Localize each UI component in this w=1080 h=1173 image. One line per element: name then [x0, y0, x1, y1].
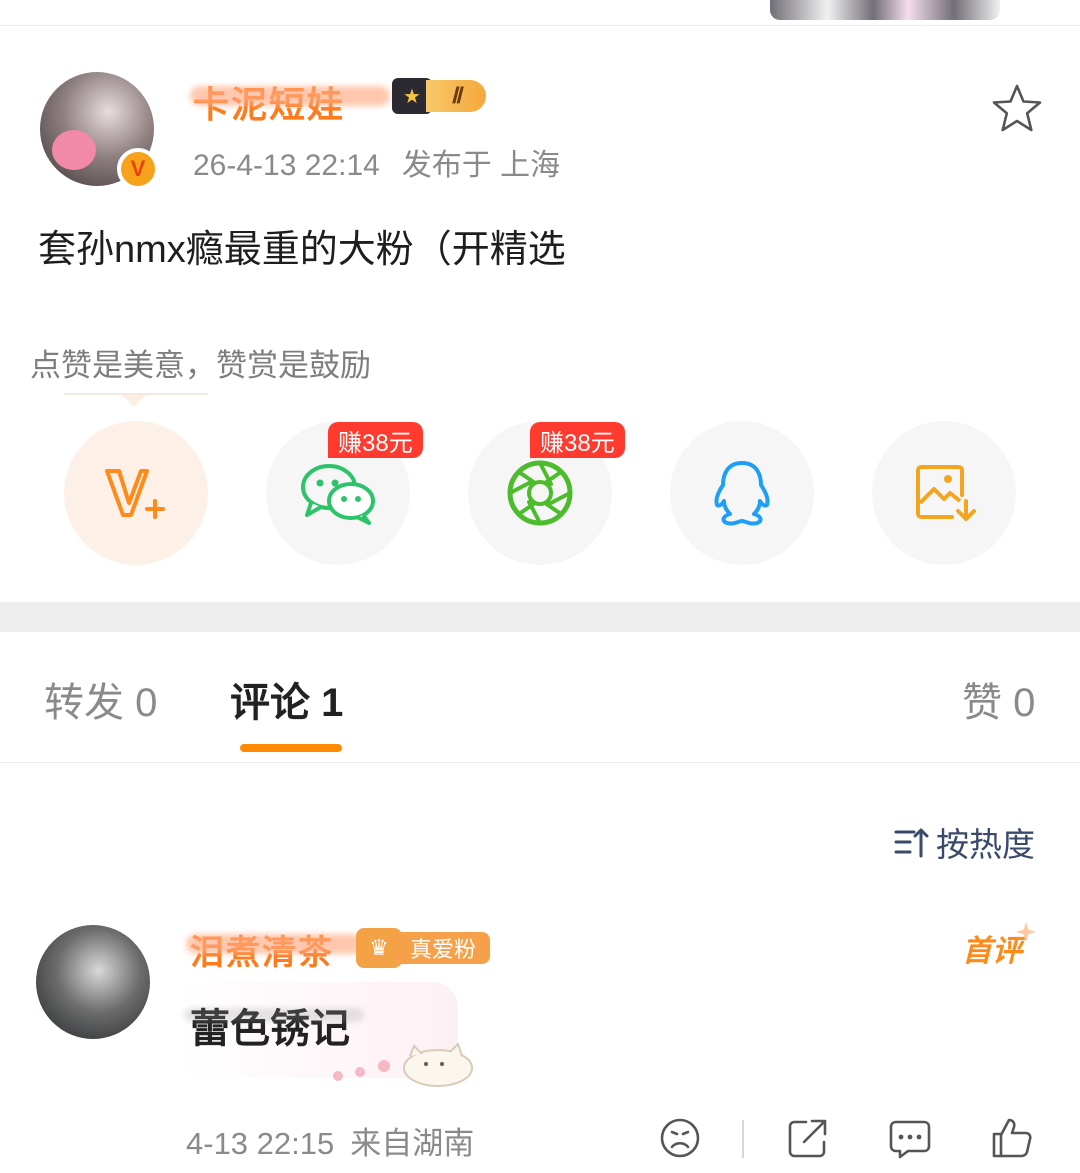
favorite-star-icon[interactable]	[990, 82, 1044, 136]
first-comment-badge: 首评	[962, 926, 1022, 970]
tip-pointer	[122, 395, 146, 407]
banner-art	[770, 0, 1000, 20]
fan-badge-label: 真爱粉	[396, 932, 490, 964]
tabs-border	[0, 762, 1080, 763]
avatar-plush	[52, 130, 96, 170]
post-meta: 26-4-13 22:14 发布于 上海	[193, 140, 582, 184]
commenter-avatar[interactable]	[36, 925, 150, 1039]
cat-sticker-icon	[333, 1042, 473, 1087]
section-divider	[0, 602, 1080, 632]
post-time: 26-4-13 22:14	[193, 149, 380, 182]
tab-comments[interactable]: 评论 1	[230, 670, 343, 728]
comment-location: 来自湖南	[350, 1126, 475, 1161]
comment-text: 蕾色锈记	[190, 1007, 350, 1051]
sort-by-hot-button[interactable]: 按热度	[894, 822, 1035, 863]
save-image-button[interactable]	[872, 421, 1016, 565]
comment-meta: 4-13 22:15 来自湖南	[186, 1118, 490, 1163]
v-plus-icon	[105, 469, 165, 519]
verified-v-icon: V	[117, 148, 159, 190]
tab-likes[interactable]: 赞 0	[962, 670, 1035, 728]
earn-tag-moments: 赚38元	[530, 422, 625, 458]
qq-penguin-icon	[714, 461, 770, 526]
fan-badge: ♛ 真爱粉	[356, 928, 490, 968]
comment-time: 4-13 22:15	[186, 1126, 335, 1161]
reward-tip: 点赞是美意，赞赏是鼓励	[30, 348, 371, 383]
wechat-icon	[301, 464, 375, 525]
top-banner	[0, 0, 1080, 26]
comment-redaction	[184, 1008, 364, 1022]
commenter-redaction	[186, 934, 361, 954]
sort-icon	[894, 828, 929, 858]
dislike-face-icon[interactable]	[658, 1116, 702, 1160]
post-content: 套孙nmx瘾最重的大粉（开精选	[38, 229, 566, 271]
sort-label: 按热度	[936, 826, 1035, 863]
share-qq-button[interactable]	[670, 421, 814, 565]
moments-shutter-icon	[507, 460, 573, 526]
active-tab-indicator	[240, 744, 342, 752]
post-location: 发布于 上海	[401, 149, 561, 182]
reply-comment-icon[interactable]	[888, 1116, 932, 1160]
level-badge: ★ Ⅱ	[392, 78, 498, 114]
earn-tag-wechat: 赚38元	[328, 422, 423, 458]
tab-repost[interactable]: 转发 0	[44, 670, 157, 728]
image-download-icon	[916, 465, 976, 521]
username-redaction	[190, 86, 390, 106]
like-thumb-icon[interactable]	[990, 1116, 1034, 1160]
level-number: Ⅱ	[426, 80, 486, 112]
v-plus-button[interactable]	[64, 421, 208, 565]
share-comment-icon[interactable]	[786, 1116, 830, 1160]
action-separator	[742, 1120, 744, 1158]
